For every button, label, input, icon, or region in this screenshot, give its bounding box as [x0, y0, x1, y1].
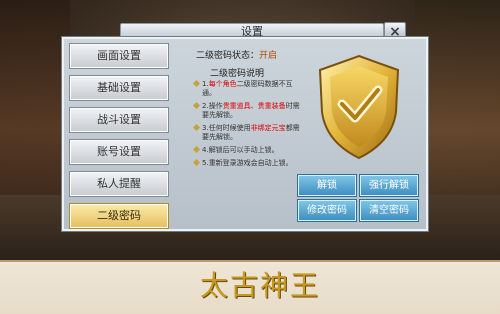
status-label: 二级密码状态：	[196, 51, 260, 61]
sidebar-item-account[interactable]: 账号设置	[70, 140, 168, 164]
note-item: 3.任何时候使用非绑定元宝都需要先解锁。	[192, 123, 306, 142]
sidebar-item-basic[interactable]: 基础设置	[70, 76, 168, 100]
game-logo: 太古神王	[200, 269, 321, 302]
bullet-diamond-icon	[192, 123, 201, 132]
change-password-button[interactable]: 修改密码	[298, 200, 356, 221]
shield-check-icon	[318, 54, 400, 160]
section-title: 二级密码说明	[210, 69, 265, 79]
bullet-diamond-icon	[192, 145, 201, 154]
status-value: 开启	[259, 51, 278, 61]
bullet-diamond-icon	[192, 101, 201, 110]
password-status: 二级密码状态：开启	[196, 48, 277, 61]
bullet-diamond-icon	[192, 79, 201, 88]
sidebar-item-secondary-password[interactable]: 二级密码	[70, 204, 168, 228]
note-item: 5.重新登录游戏会自动上锁。	[192, 158, 306, 168]
settings-sidebar: 画面设置 基础设置 战斗设置 账号设置 私人提醒 二级密码	[70, 44, 170, 236]
settings-dialog: 画面设置 基础设置 战斗设置 账号设置 私人提醒 二级密码 二级密码状态：开启 …	[62, 37, 428, 231]
note-item: 2.操作贵重道具、贵重装备时需要先解锁。	[192, 101, 306, 120]
sidebar-item-display[interactable]: 画面设置	[70, 44, 168, 68]
force-unlock-button[interactable]: 强行解锁	[360, 175, 418, 196]
note-item: 1.每个角色二级密码数据不互通。	[192, 79, 306, 98]
note-item: 4.解锁后可以手动上锁。	[192, 145, 306, 155]
sidebar-item-private-reminder[interactable]: 私人提醒	[70, 172, 168, 196]
bullet-diamond-icon	[192, 158, 201, 167]
sidebar-item-combat[interactable]: 战斗设置	[70, 108, 168, 132]
password-notes: 1.每个角色二级密码数据不互通。 2.操作贵重道具、贵重装备时需要先解锁。 3.…	[192, 79, 306, 172]
unlock-button[interactable]: 解锁	[298, 175, 356, 196]
clear-password-button[interactable]: 清空密码	[360, 200, 418, 221]
